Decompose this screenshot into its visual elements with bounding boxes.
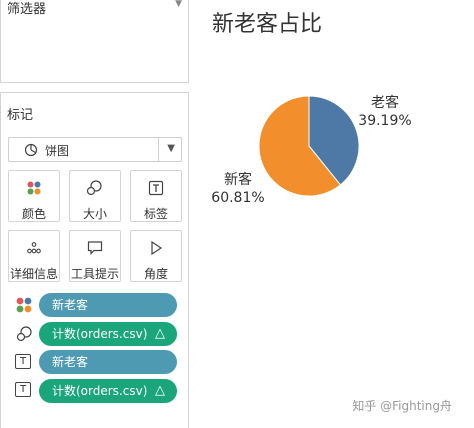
label-field-pill[interactable]: 新老客: [39, 350, 177, 374]
angle-icon: [131, 240, 181, 256]
size-label: 大小: [82, 207, 107, 221]
slice-label-old: 老客 39.19%: [350, 94, 420, 130]
label-field-pill[interactable]: 计数(orders.csv) △: [39, 379, 177, 403]
mark-type-label: 饼图: [45, 144, 70, 158]
detail-label: 详细信息: [9, 267, 58, 281]
color-button[interactable]: 颜色: [8, 170, 60, 222]
angle-size-icon: [15, 325, 33, 343]
label-button[interactable]: 标签: [130, 170, 182, 222]
size-button[interactable]: 大小: [69, 170, 121, 222]
color-dots-icon: [9, 180, 59, 196]
filters-title: 筛选器: [7, 2, 47, 17]
tooltip-icon: [70, 240, 120, 256]
pill-label: 计数(orders.csv): [52, 327, 148, 341]
angle-field-pill[interactable]: 计数(orders.csv) △: [39, 322, 177, 346]
chevron-down-icon[interactable]: ▼: [175, 0, 182, 9]
pill-label: 新老客: [52, 298, 89, 312]
pill-label: 新老客: [52, 355, 89, 369]
filters-shelf[interactable]: 筛选器 ▼: [0, 0, 189, 83]
label-icon: T: [15, 354, 33, 372]
marks-card: 标记 饼图 ▼ 颜色 大小 标签 详细信息 工具提示 角度 新老客 计数(ord…: [0, 92, 189, 428]
label-icon: T: [15, 382, 33, 400]
view-canvas: 新老客占比 老客 39.19% 新客 60.81% 知乎 @Fighting舟: [197, 0, 474, 428]
slice-percent: 60.81%: [211, 190, 265, 206]
color-label: 颜色: [21, 207, 46, 221]
delta-icon: △: [155, 326, 165, 341]
label-icon: [131, 180, 181, 196]
slice-label-new: 新客 60.81%: [203, 171, 273, 207]
angle-button[interactable]: 角度: [130, 230, 182, 282]
detail-icon: [9, 240, 59, 256]
size-icon: [70, 180, 120, 196]
label-label: 标签: [143, 207, 168, 221]
chevron-down-icon[interactable]: ▼: [167, 143, 175, 154]
left-pane: 筛选器 ▼ 标记 饼图 ▼ 颜色 大小 标签 详细信息 工具提示 角度 新老客 …: [0, 0, 196, 428]
dropdown-divider: [158, 138, 159, 161]
pie-icon: [24, 142, 38, 161]
mark-type-dropdown[interactable]: 饼图 ▼: [8, 137, 182, 162]
delta-icon: △: [155, 383, 165, 398]
slice-name: 新客: [224, 172, 252, 188]
angle-label: 角度: [143, 267, 168, 281]
color-dots-icon: [15, 296, 33, 314]
detail-button[interactable]: 详细信息: [8, 230, 60, 282]
slice-name: 老客: [371, 95, 399, 111]
marks-title: 标记: [7, 108, 34, 123]
watermark: 知乎 @Fighting舟: [352, 399, 452, 413]
pie-chart[interactable]: [197, 0, 474, 428]
color-field-pill[interactable]: 新老客: [39, 293, 177, 317]
tooltip-label: 工具提示: [70, 267, 119, 281]
pill-label: 计数(orders.csv): [52, 384, 148, 398]
tooltip-button[interactable]: 工具提示: [69, 230, 121, 282]
slice-percent: 39.19%: [358, 113, 412, 129]
